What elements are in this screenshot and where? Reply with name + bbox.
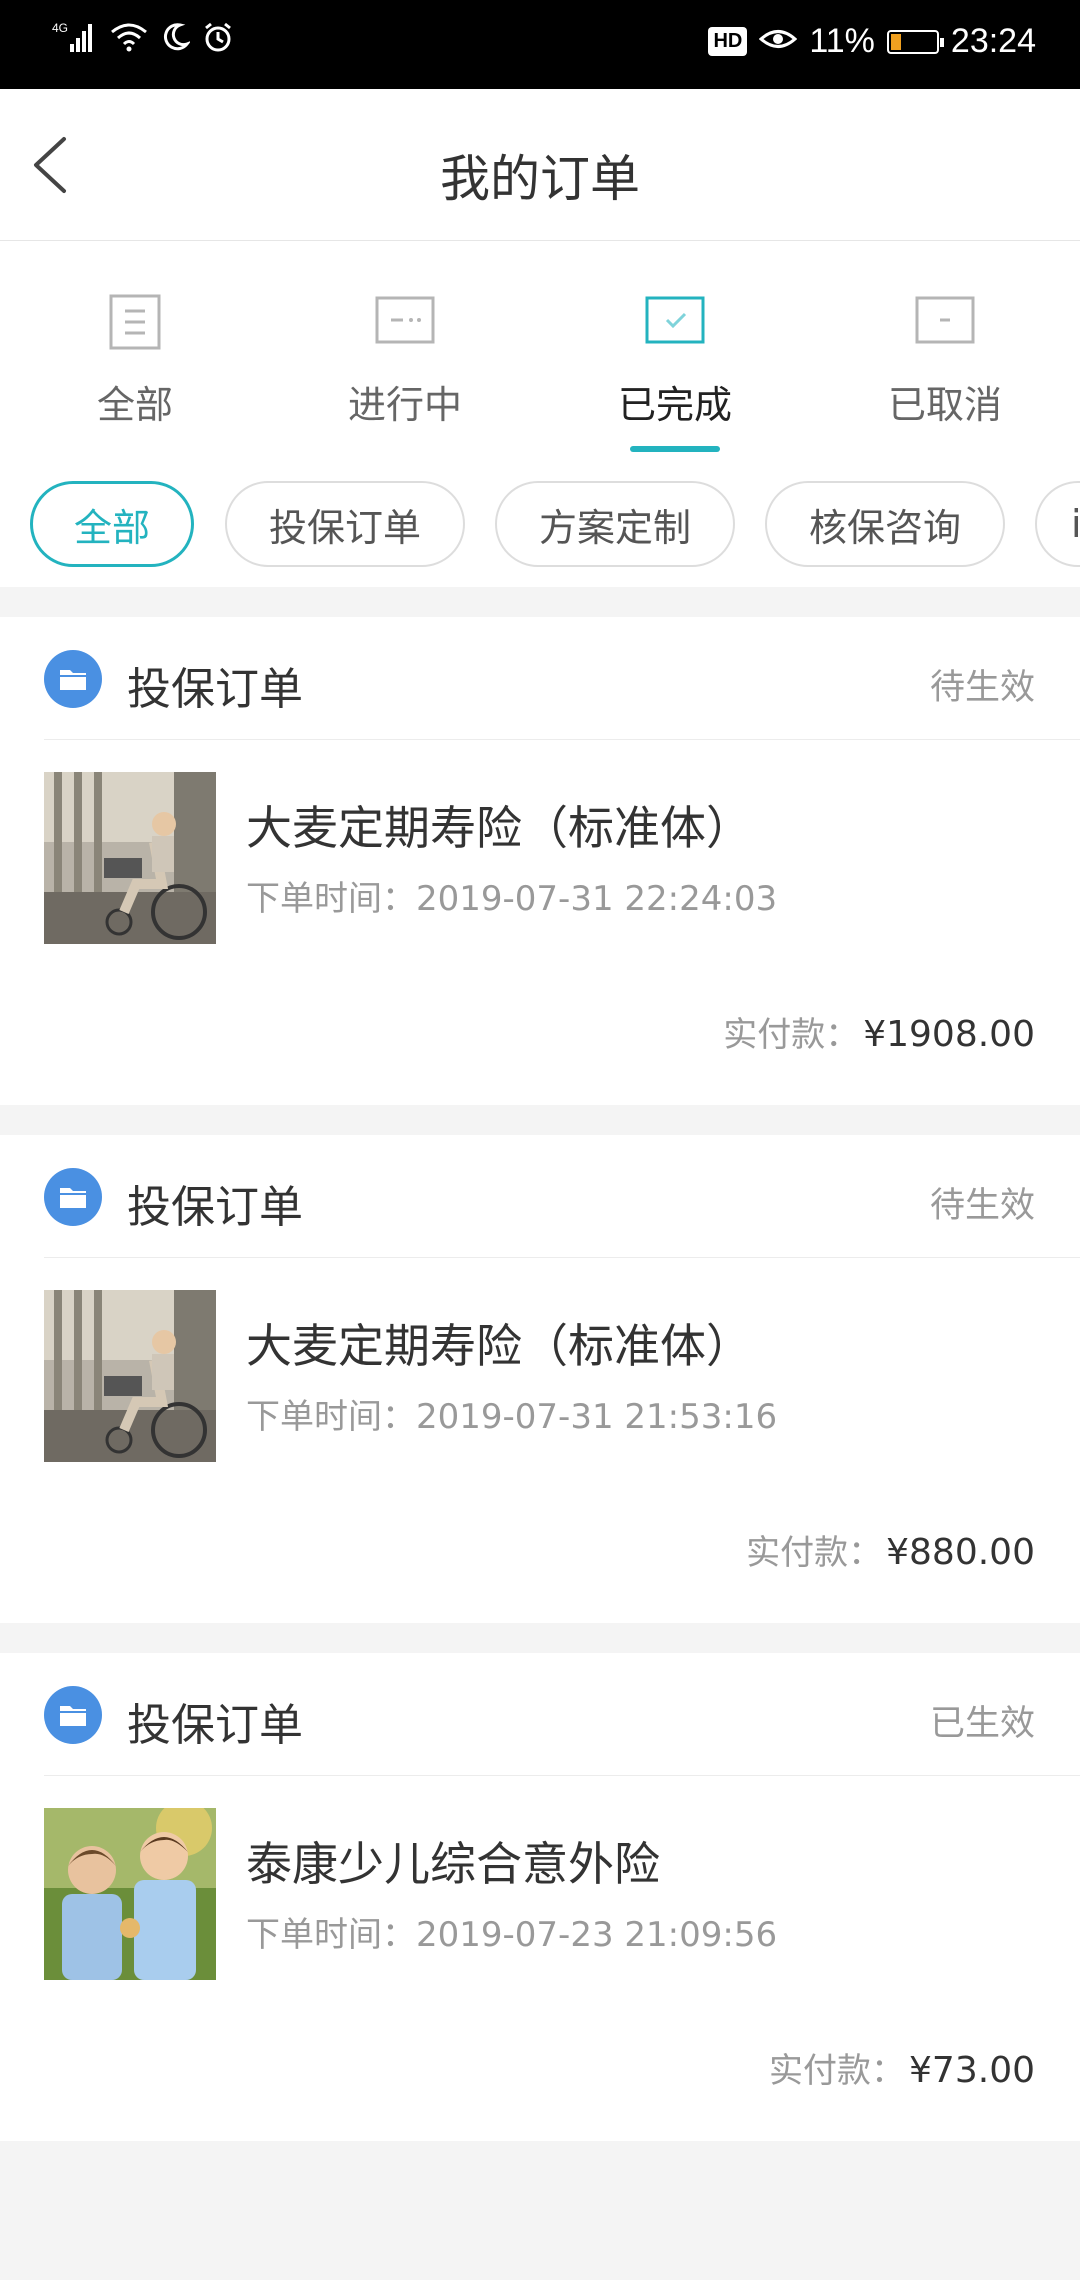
order-state: 待生效 [929,1186,1035,1226]
tab-cancelled[interactable]: 已取消 [810,241,1080,454]
nav-header: 我的订单 [0,89,1080,241]
chip-all[interactable]: 全部 [30,481,194,567]
order-time-label: 下单时间： [246,1915,416,1955]
tab-cancelled-label: 已取消 [887,383,1002,427]
status-bar: 4G HD 11% 23:24 [0,0,1080,89]
order-time-label: 下单时间： [246,1397,416,1437]
order-type: 投保订单 [127,1700,303,1751]
order-time-label: 下单时间： [246,879,416,919]
wifi-icon [110,22,148,61]
folder-icon [44,1686,102,1744]
ellipsis-doc-icon [375,296,435,344]
paid-value: ¥73.00 [909,2050,1035,2091]
order-time-value: 2019-07-31 22:24:03 [416,879,778,919]
tab-in-progress[interactable]: 进行中 [270,241,540,454]
category-filter-bar: 全部 投保订单 方案定制 核保咨询 i [0,454,1080,587]
folder-icon [44,650,102,708]
tab-completed[interactable]: 已完成 [540,241,810,454]
eye-comfort-icon [759,22,798,61]
order-list: 投保订单 待生效 大麦定期寿险（标准体） 下单时间：2019-07-31 22:… [0,587,1080,2141]
clock: 23:24 [950,22,1036,60]
divider [44,1775,1080,1776]
divider [44,1257,1080,1258]
product-name: 大麦定期寿险（标准体） [246,1319,752,1373]
chip-more[interactable]: i [1035,481,1080,567]
product-name: 泰康少儿综合意外险 [246,1837,660,1891]
folder-icon [44,1168,102,1226]
chip-underwriting-consult[interactable]: 核保咨询 [765,481,1005,567]
order-time: 下单时间：2019-07-31 22:24:03 [246,871,777,920]
order-card[interactable]: 投保订单 待生效 大麦定期寿险（标准体） 下单时间：2019-07-31 21:… [0,1135,1080,1623]
hd-badge: HD [708,27,748,56]
signal-icon: 4G [52,20,98,63]
product-name: 大麦定期寿险（标准体） [246,801,752,855]
tab-in-progress-label: 进行中 [347,383,462,427]
divider [44,739,1080,740]
paid-label: 实付款： [769,2051,906,2091]
product-image [44,772,216,944]
product-image [44,1290,216,1462]
minus-doc-icon [915,296,975,344]
paid-value: ¥880.00 [886,1532,1035,1573]
tab-all-label: 全部 [96,383,173,427]
alarm-icon [202,21,234,62]
product-image [44,1808,216,1980]
active-tab-indicator [630,446,720,452]
tab-all[interactable]: 全部 [0,241,270,454]
order-status-tabs: 全部 进行中 已完成 已取消 [0,241,1080,454]
chip-plan-custom[interactable]: 方案定制 [495,481,735,567]
list-doc-icon [109,294,161,350]
order-state: 待生效 [929,668,1035,708]
paid-label: 实付款： [746,1533,883,1573]
battery-icon [886,29,944,54]
order-state: 已生效 [929,1704,1035,1744]
chip-insurance-order[interactable]: 投保订单 [225,481,465,567]
order-time: 下单时间：2019-07-31 21:53:16 [246,1389,777,1438]
order-time: 下单时间：2019-07-23 21:09:56 [246,1907,777,1956]
paid-amount: 实付款： ¥880.00 [746,1525,1035,1574]
check-doc-icon [645,296,705,344]
paid-value: ¥1908.00 [863,1014,1035,1055]
paid-amount: 实付款： ¥73.00 [769,2043,1035,2092]
network-type: 4G [52,21,68,35]
order-type: 投保订单 [127,1182,303,1233]
order-card[interactable]: 投保订单 已生效 泰康少儿综合意外险 下单时间：2019-07-23 21:09… [0,1653,1080,2141]
moon-icon [160,22,192,61]
paid-label: 实付款： [723,1015,860,1055]
order-time-value: 2019-07-23 21:09:56 [416,1915,778,1955]
page-title: 我的订单 [440,150,640,208]
battery-percent: 11% [809,22,875,60]
paid-amount: 实付款： ¥1908.00 [723,1007,1035,1056]
order-time-value: 2019-07-31 21:53:16 [416,1397,778,1437]
tab-completed-label: 已完成 [617,383,732,427]
order-type: 投保订单 [127,664,303,715]
order-card[interactable]: 投保订单 待生效 大麦定期寿险（标准体） 下单时间：2019-07-31 22:… [0,617,1080,1105]
